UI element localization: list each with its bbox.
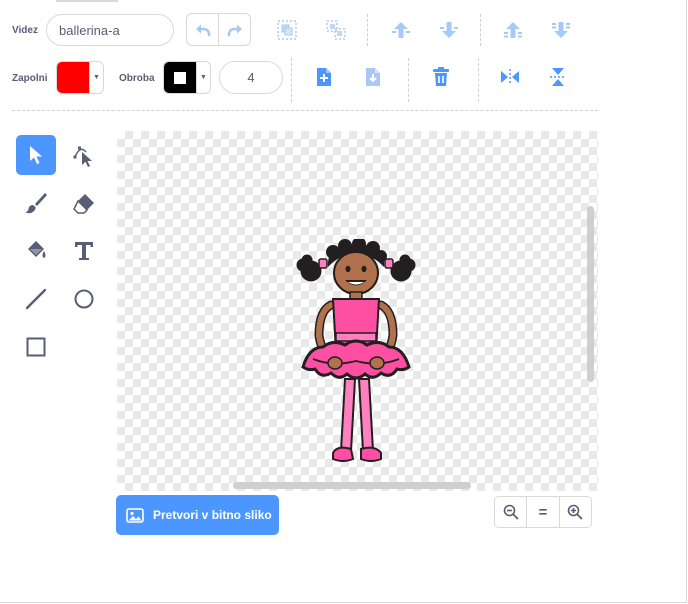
horizontal-scrollbar[interactable] [233,482,471,489]
top-edge-line [56,0,118,2]
flip-horizontal-button[interactable] [495,62,525,92]
redo-icon [227,24,242,36]
back-button[interactable] [546,15,576,45]
flip-vertical-button[interactable] [543,62,573,92]
forward-icon [392,22,410,38]
separator [367,14,368,46]
outline-color-picker[interactable]: ▼ [163,61,211,94]
undo-button[interactable] [187,14,218,45]
front-icon [504,22,522,38]
paste-button[interactable] [358,62,388,92]
zoom-controls: = [494,496,592,528]
separator [291,58,292,102]
circle-icon [74,289,94,309]
costume-name-label: Videz [12,25,38,36]
group-button[interactable] [272,15,302,45]
copy-button[interactable] [309,62,339,92]
forward-button[interactable] [386,15,416,45]
reshape-tool[interactable] [64,135,104,175]
image-icon [126,507,144,523]
ungroup-icon [326,20,346,40]
brush-tool[interactable] [16,183,56,223]
redo-button[interactable] [218,14,250,45]
backward-icon [440,22,458,38]
line-tool[interactable] [16,279,56,319]
drawing-canvas[interactable] [117,131,598,491]
group-icon [277,20,297,40]
delete-icon [433,67,449,86]
text-tool[interactable] [64,231,104,271]
outline-color-swatch [164,62,196,93]
fill-color-swatch [57,62,89,93]
copy-icon [317,68,331,86]
line-icon [25,288,47,310]
back-icon [552,22,570,38]
outline-width-input[interactable] [219,61,283,94]
arrow-pointer-icon [30,146,42,164]
caret-down-icon: ▼ [89,62,103,93]
caret-down-icon: ▼ [196,62,210,93]
backward-button[interactable] [434,15,464,45]
text-icon [75,242,93,260]
circle-tool[interactable] [64,279,104,319]
outline-label: Obroba [119,73,155,84]
fill-label: Zapolni [12,73,48,84]
separator [408,58,409,102]
undo-redo-group [186,13,251,46]
undo-icon [195,24,210,36]
zoom-reset-button[interactable]: = [526,497,558,527]
front-button[interactable] [498,15,528,45]
reshape-icon [73,146,92,167]
convert-button-label: Pretvori v bitno sliko [153,508,272,522]
paint-bucket-icon [28,241,46,258]
brush-icon [25,193,47,214]
toolbar-divider [12,110,598,111]
vertical-scrollbar[interactable] [587,206,594,382]
eraser-icon [73,194,94,214]
zoom-out-button[interactable] [495,497,526,527]
flip-vertical-icon [550,68,566,86]
zoom-in-icon [568,504,583,520]
paste-icon [366,68,380,86]
ballerina-costume-image [296,239,416,462]
separator [480,14,481,46]
delete-button[interactable] [426,62,456,92]
eraser-tool[interactable] [64,183,104,223]
costume-name-input[interactable] [46,14,174,46]
fill-tool[interactable] [16,231,56,271]
select-tool[interactable] [16,135,56,175]
rectangle-tool[interactable] [16,327,56,367]
zoom-in-button[interactable] [558,497,591,527]
fill-color-picker[interactable]: ▼ [56,61,104,94]
flip-horizontal-icon [501,69,519,85]
zoom-reset-label: = [538,503,548,521]
rectangle-icon [26,337,46,357]
zoom-out-icon [503,504,519,520]
ungroup-button[interactable] [321,15,351,45]
convert-to-bitmap-button[interactable]: Pretvori v bitno sliko [116,495,279,535]
separator [478,58,479,102]
